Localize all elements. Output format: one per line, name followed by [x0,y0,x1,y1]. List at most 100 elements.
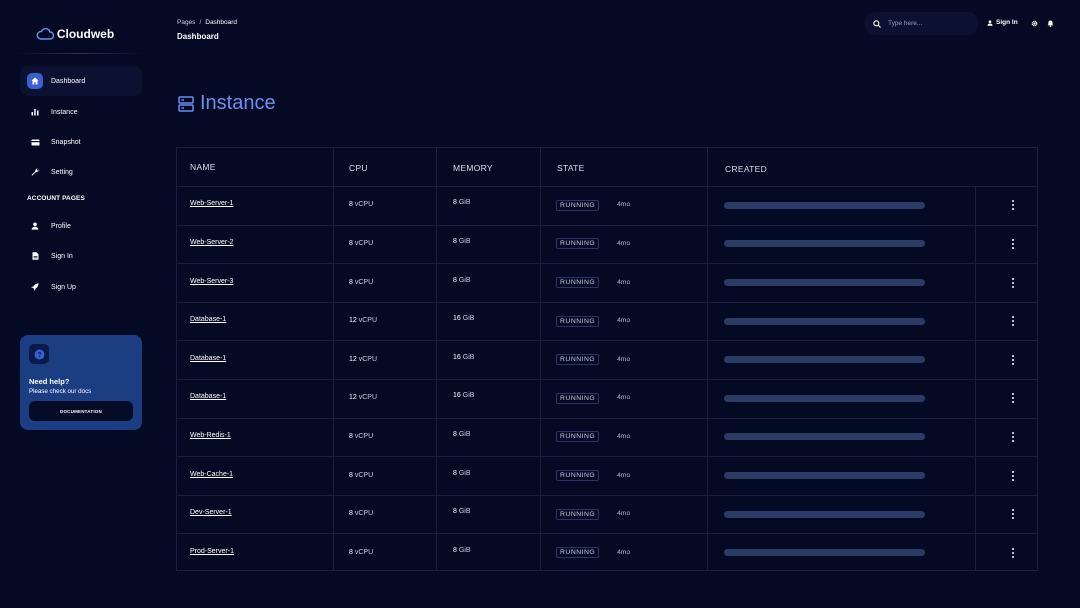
progress-fill [724,549,925,557]
sidebar-item-dashboard[interactable]: Dashboard [20,66,142,96]
more-options-icon[interactable] [1010,431,1016,443]
sidebar-item-setting[interactable]: Setting [20,157,142,187]
sidebar-item-profile[interactable]: Profile [20,211,142,241]
instance-heading: Instance [178,92,276,115]
column-divider [333,148,334,570]
memory-unit: GiB [458,546,471,554]
more-options-icon[interactable] [1010,470,1016,482]
cpu-count: 8 [349,201,353,209]
cpu-count: 12 [349,355,357,363]
sidebar-item-label: Sign Up [51,283,76,291]
more-options-icon[interactable] [1010,354,1016,366]
instance-name-link[interactable]: Database-1 [190,393,226,400]
cpu-unit: vCPU [354,548,374,556]
sidebar-item-instance[interactable]: Instance [20,97,142,127]
breadcrumb-separator: / [199,19,202,26]
bell-icon[interactable] [1046,19,1055,28]
memory-unit: GiB [458,276,471,284]
document-icon [27,248,43,264]
memory-value: 8 GiB [453,470,471,477]
status-badge: RUNNING [556,354,600,366]
sidebar-item-sign-up[interactable]: Sign Up [20,272,142,302]
row-divider [177,494,1037,496]
sign-in-label: Sign In [996,19,1018,26]
created-progress-bar [724,317,925,325]
memory-amount: 8 [453,237,457,245]
memory-value: 8 GiB [453,277,471,284]
search-icon [873,19,881,28]
age-label: 4mo [617,432,631,440]
home-icon [27,73,43,89]
cpu-value: 8 vCPU [349,472,373,479]
instance-name-link[interactable]: Prod-Server-1 [190,548,234,555]
cpu-count: 8 [349,239,353,247]
created-progress-bar [724,201,925,209]
search-box[interactable] [865,12,978,35]
cpu-value: 8 vCPU [349,279,373,286]
more-options-icon[interactable] [1010,547,1016,559]
brand-logo[interactable]: Cloudweb [0,24,150,44]
sign-in-link[interactable]: Sign In [987,19,1018,26]
progress-fill [724,433,925,441]
sidebar-item-snapshot[interactable]: Snapshot [20,127,142,157]
column-divider [975,186,976,570]
search-input[interactable] [888,20,968,27]
age-label: 4mo [617,471,631,479]
instance-name-link[interactable]: Database-1 [190,355,226,362]
memory-amount: 16 [453,315,461,323]
more-options-icon[interactable] [1010,199,1016,211]
sidebar-item-label: Dashboard [51,77,86,85]
gear-icon[interactable] [1030,19,1039,28]
sidebar-item-sign-in[interactable]: Sign In [20,241,142,271]
instance-name-link[interactable]: Dev-Server-1 [190,509,232,516]
more-options-icon[interactable] [1010,277,1016,289]
progress-fill [724,472,925,479]
age-label: 4mo [617,510,631,518]
memory-amount: 8 [453,276,457,284]
row-divider [177,186,1037,187]
cpu-unit: vCPU [354,201,374,209]
account-pages-heading: ACCOUNT PAGES [27,195,85,202]
row-divider [177,417,1037,419]
age-label: 4mo [617,394,631,402]
more-options-icon[interactable] [1010,392,1016,404]
row-divider [177,379,1037,380]
instance-name-link[interactable]: Web-Server-2 [190,239,233,246]
status-badge: RUNNING [556,392,600,404]
more-options-icon[interactable] [1010,315,1016,327]
sidebar-item-label: Setting [51,168,73,176]
instance-name-link[interactable]: Web-Server-3 [190,278,233,285]
cpu-unit: vCPU [358,394,378,402]
created-progress-bar [724,394,925,402]
cpu-value: 8 vCPU [349,549,373,556]
wrench-icon [27,164,43,180]
memory-value: 16 GiB [453,354,474,361]
cpu-value: 12 vCPU [349,356,377,363]
created-progress-bar [724,356,925,364]
user-icon [987,19,993,26]
breadcrumb-root[interactable]: Pages [177,19,195,26]
instance-name-link[interactable]: Database-1 [190,316,226,323]
instance-name-link[interactable]: Web-Cache-1 [190,471,233,478]
age-label: 4mo [617,278,631,286]
instance-name-link[interactable]: Web-Redis-1 [190,432,231,439]
progress-fill [724,279,925,286]
progress-fill [724,394,925,402]
brand-name: Cloudweb [56,27,115,41]
memory-amount: 8 [453,508,457,516]
age-label: 4mo [617,548,631,556]
status-badge: RUNNING [556,315,600,327]
instance-heading-text: Instance [200,92,276,114]
instance-name-link[interactable]: Web-Server-1 [190,200,233,207]
memory-value: 8 GiB [453,508,471,515]
row-divider [177,301,1037,303]
more-options-icon[interactable] [1010,238,1016,250]
documentation-button[interactable]: DOCUMENTATION [29,401,133,421]
memory-value: 8 GiB [453,238,471,245]
age-label: 4mo [617,201,631,209]
memory-unit: GiB [458,237,471,245]
cpu-count: 12 [349,317,357,325]
cpu-unit: vCPU [354,239,374,247]
more-options-icon[interactable] [1010,508,1016,520]
progress-fill [724,317,925,325]
